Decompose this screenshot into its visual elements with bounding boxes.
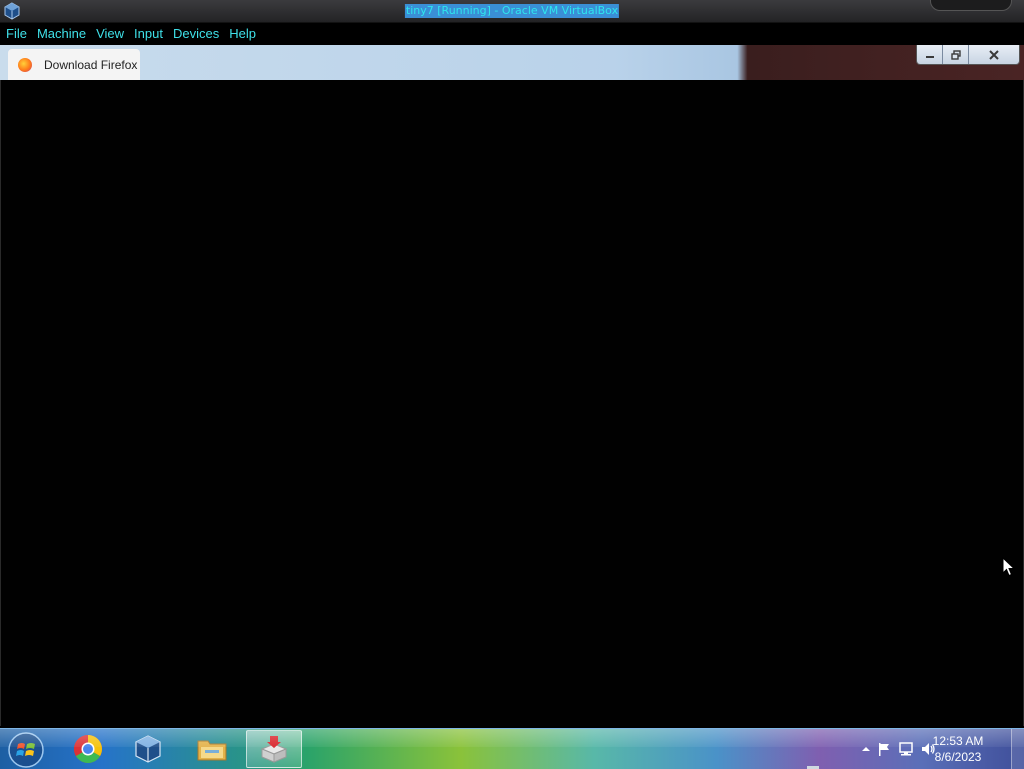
guest-browser-tab-label: Download Firefox f xyxy=(44,58,140,72)
window-title: tiny7 [Running] - Oracle VM VirtualBox xyxy=(404,4,620,18)
taskbar-clock[interactable]: 12:53 AM 8/6/2023 xyxy=(927,733,989,765)
virtualbox-icon xyxy=(135,735,161,763)
folder-icon xyxy=(197,740,227,761)
start-button[interactable] xyxy=(6,731,46,769)
close-icon xyxy=(989,49,999,60)
taskbar-virtualbox-button[interactable] xyxy=(120,730,176,768)
guest-vm-display[interactable]: Download Firefox f xyxy=(0,45,1024,728)
menu-machine[interactable]: Machine xyxy=(33,23,90,45)
guest-minimize-button[interactable] xyxy=(917,45,943,64)
system-tray: 12:53 AM 8/6/2023 xyxy=(834,729,1024,769)
guest-taskbar: 12:53 AM 8/6/2023 xyxy=(0,728,1024,769)
firefox-icon xyxy=(18,58,32,72)
menu-file[interactable]: File xyxy=(2,23,31,45)
guest-close-button[interactable] xyxy=(969,45,1019,64)
menu-help[interactable]: Help xyxy=(225,23,260,45)
show-desktop-button[interactable] xyxy=(1011,729,1024,769)
taskbar-chrome-button[interactable] xyxy=(60,730,116,768)
guest-screen-content xyxy=(0,80,1024,726)
host-title-bar: tiny7 [Running] - Oracle VM VirtualBox xyxy=(0,0,1024,23)
guest-window-caption-buttons xyxy=(916,45,1020,65)
virtualbox-app-icon[interactable] xyxy=(3,2,21,20)
mouse-pointer-icon xyxy=(1002,557,1016,577)
menu-input[interactable]: Input xyxy=(130,23,167,45)
title-bar-grip xyxy=(930,0,1012,11)
menu-view[interactable]: View xyxy=(92,23,128,45)
show-hidden-icons-arrow[interactable] xyxy=(858,741,874,757)
taskbar-file-explorer-button[interactable] xyxy=(184,730,240,768)
taskbar-installer-button[interactable] xyxy=(246,730,302,768)
action-center-flag-icon[interactable] xyxy=(876,741,892,757)
clock-date: 8/6/2023 xyxy=(934,750,982,764)
guest-restore-button[interactable] xyxy=(943,45,969,64)
clock-time: 12:53 AM xyxy=(932,734,984,748)
network-icon[interactable] xyxy=(898,741,914,757)
host-menu-bar: File Machine View Input Devices Help xyxy=(0,23,1024,45)
minimize-icon xyxy=(925,55,934,58)
installer-icon xyxy=(260,736,288,763)
guest-browser-tab[interactable]: Download Firefox f xyxy=(8,49,140,80)
guest-browser-window-frame: Download Firefox f xyxy=(0,45,1024,80)
restore-icon xyxy=(950,49,961,60)
menu-devices[interactable]: Devices xyxy=(169,23,223,45)
chrome-icon xyxy=(74,735,102,763)
